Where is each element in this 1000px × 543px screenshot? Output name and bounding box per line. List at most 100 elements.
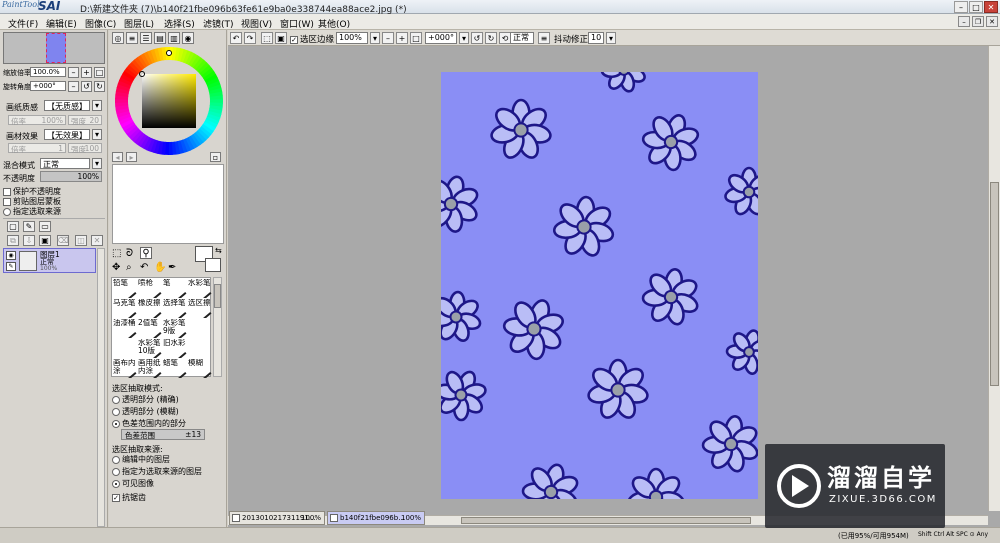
scratchpad-tab-icon[interactable]: ◉ <box>182 32 194 44</box>
deselect-icon[interactable]: ⬚ <box>261 32 273 44</box>
secondary-color-swatch[interactable] <box>205 258 221 272</box>
toolbar-angle-field[interactable]: +000° <box>425 32 457 44</box>
scratch-pad[interactable] <box>112 164 224 244</box>
eyedropper-icon[interactable]: ✒ <box>168 262 176 273</box>
brush-19[interactable]: 模糊 <box>188 359 213 378</box>
new-layer-icon[interactable]: ▢ <box>7 221 19 232</box>
zoom-field[interactable]: 100.0% <box>30 67 66 77</box>
layer-list-scrollbar[interactable] <box>97 248 105 527</box>
stabilizer-dropdown-icon[interactable]: ▾ <box>606 32 616 44</box>
menu-filter[interactable]: 滤镜(T) <box>203 17 234 30</box>
toolbar-zoom-in-icon[interactable]: + <box>396 32 408 44</box>
navigator-preview[interactable] <box>3 32 105 64</box>
maximize-icon[interactable]: □ <box>969 1 983 13</box>
merge-layer-icon[interactable]: ▣ <box>39 235 51 246</box>
vertical-scrollbar[interactable] <box>988 46 1000 511</box>
vertical-scroll-thumb[interactable] <box>990 182 999 386</box>
toolbar-blend-field[interactable]: 正常 <box>510 32 534 44</box>
brush-8[interactable]: 油漆桶 <box>113 319 138 338</box>
brush-grid-scrollbar[interactable] <box>213 277 222 377</box>
paper-effect-dropdown-icon[interactable]: ▾ <box>92 129 102 140</box>
mode-option-2[interactable]: 色差范围内的部分 <box>112 418 186 429</box>
brush-3[interactable]: 水彩笔 <box>188 279 213 298</box>
paper-effect-select[interactable]: 【无效果】 <box>44 129 90 140</box>
opacity-slider[interactable]: 100% <box>40 171 102 182</box>
selection-source-checkbox[interactable]: 指定选取来源 <box>3 206 61 217</box>
toolbar-rotate-cw-icon[interactable]: ↻ <box>485 32 497 44</box>
clear-layer-icon[interactable]: ⌫ <box>57 235 69 246</box>
brush-13[interactable]: 水彩笔10版 <box>138 339 163 358</box>
redo-icon[interactable]: ↷ <box>244 32 256 44</box>
delete-layer-icon[interactable]: ✕ <box>91 235 103 246</box>
zoom-dropdown-icon[interactable]: ▾ <box>370 32 380 44</box>
zoom-reset-button[interactable]: □ <box>94 67 105 78</box>
zoom-out-button[interactable]: – <box>68 67 79 78</box>
stabilizer-field[interactable]: 10 <box>588 32 604 44</box>
rotate-left-button[interactable]: – <box>68 81 79 92</box>
rotate-ccw-icon[interactable]: ↺ <box>81 81 92 92</box>
brush-10[interactable]: 水彩笔9版 <box>163 319 188 338</box>
toolbar-fit-icon[interactable]: □ <box>410 32 422 44</box>
rotate-tool-icon[interactable]: ↶ <box>140 262 148 273</box>
brush-18[interactable]: 蜡笔 <box>163 359 188 378</box>
brush-2[interactable]: 笔 <box>163 279 188 298</box>
brush-11[interactable] <box>188 319 213 338</box>
transfer-layer-icon[interactable]: ⇩ <box>23 235 35 246</box>
magic-wand-icon[interactable]: ⚲ <box>140 247 152 259</box>
brush-9[interactable]: 2值笔 <box>138 319 163 338</box>
undo-icon[interactable]: ↶ <box>230 32 242 44</box>
minimize-icon[interactable]: – <box>954 1 968 13</box>
menu-select[interactable]: 选择(S) <box>164 17 195 30</box>
brush-6[interactable]: 选择笔 <box>163 299 188 318</box>
mask-layer-icon[interactable]: ◫ <box>75 235 87 246</box>
selection-edge-checkbox[interactable]: ✓ 选区边缘 <box>290 33 334 45</box>
brush-7[interactable]: 选区擦 <box>188 299 213 318</box>
blend-mode-dropdown-icon[interactable]: ▾ <box>92 158 102 169</box>
new-vector-layer-icon[interactable]: ✎ <box>23 221 35 232</box>
color-wheel[interactable] <box>114 46 224 156</box>
hsv-slider-tab-icon[interactable]: ☰ <box>140 32 152 44</box>
paper-texture-dropdown-icon[interactable]: ▾ <box>92 100 102 111</box>
menu-other[interactable]: 其他(O) <box>318 17 350 30</box>
source-option-1[interactable]: 指定为选取来源的图层 <box>112 466 202 477</box>
swatch-next-icon[interactable]: ▸ <box>126 152 137 162</box>
invert-selection-icon[interactable]: ▣ <box>275 32 287 44</box>
rgb-slider-tab-icon[interactable]: ≡ <box>126 32 138 44</box>
swatch-prev-icon[interactable]: ◂ <box>112 152 123 162</box>
palette-tab-icon[interactable]: ▥ <box>168 32 180 44</box>
menu-file[interactable]: 文件(F) <box>8 17 38 30</box>
mdi-minimize-icon[interactable]: – <box>958 16 970 27</box>
menu-layer[interactable]: 图层(L) <box>124 17 154 30</box>
swatch-options-icon[interactable]: ▫ <box>210 152 221 162</box>
menu-window[interactable]: 窗口(W) <box>280 17 314 30</box>
toolbar-rotate-ccw-icon[interactable]: ↺ <box>471 32 483 44</box>
mdi-close-icon[interactable]: ✕ <box>986 16 998 27</box>
color-range-slider[interactable]: 色差范围 ±13 <box>121 429 205 440</box>
move-icon[interactable]: ✥ <box>112 262 120 273</box>
rect-select-icon[interactable]: ⬚ <box>112 248 121 259</box>
mode-option-1[interactable]: 透明部分 (模糊) <box>112 406 179 417</box>
swatch-tab-icon[interactable]: ▤ <box>154 32 166 44</box>
brush-4[interactable]: 马克笔 <box>113 299 138 318</box>
brush-16[interactable]: 画布内涂 <box>113 359 138 378</box>
brush-0[interactable]: 铅笔 <box>113 279 138 298</box>
antialias-checkbox[interactable]: ✓ 抗锯齿 <box>112 492 146 503</box>
brush-14[interactable]: 旧水彩 <box>163 339 188 358</box>
document-tab-2[interactable]: b140f21fbe096b... 100% <box>327 511 425 525</box>
brush-15[interactable] <box>188 339 213 358</box>
rotate-field[interactable]: +000° <box>30 81 66 91</box>
toolbar-zoom-out-icon[interactable]: – <box>382 32 394 44</box>
source-option-2[interactable]: 可见图像 <box>112 478 154 489</box>
zoom-icon[interactable]: ⌕ <box>126 262 132 273</box>
menu-view[interactable]: 视图(V) <box>241 17 272 30</box>
layer-lock-icon[interactable]: ✎ <box>6 262 16 271</box>
close-icon[interactable]: ✕ <box>984 1 998 13</box>
blend-mode-select[interactable]: 正常 <box>40 158 90 169</box>
paper-texture-select[interactable]: 【无质感】 <box>44 100 90 111</box>
horizontal-scroll-thumb[interactable] <box>461 517 751 524</box>
document-tab-1[interactable]: 201301021731191... 100% <box>229 511 325 525</box>
swap-colors-icon[interactable]: ⇆ <box>215 246 222 255</box>
source-option-0[interactable]: 编辑中的图层 <box>112 454 170 465</box>
layer-visibility-icon[interactable]: ◉ <box>6 251 16 260</box>
mdi-restore-icon[interactable]: ❐ <box>972 16 984 27</box>
